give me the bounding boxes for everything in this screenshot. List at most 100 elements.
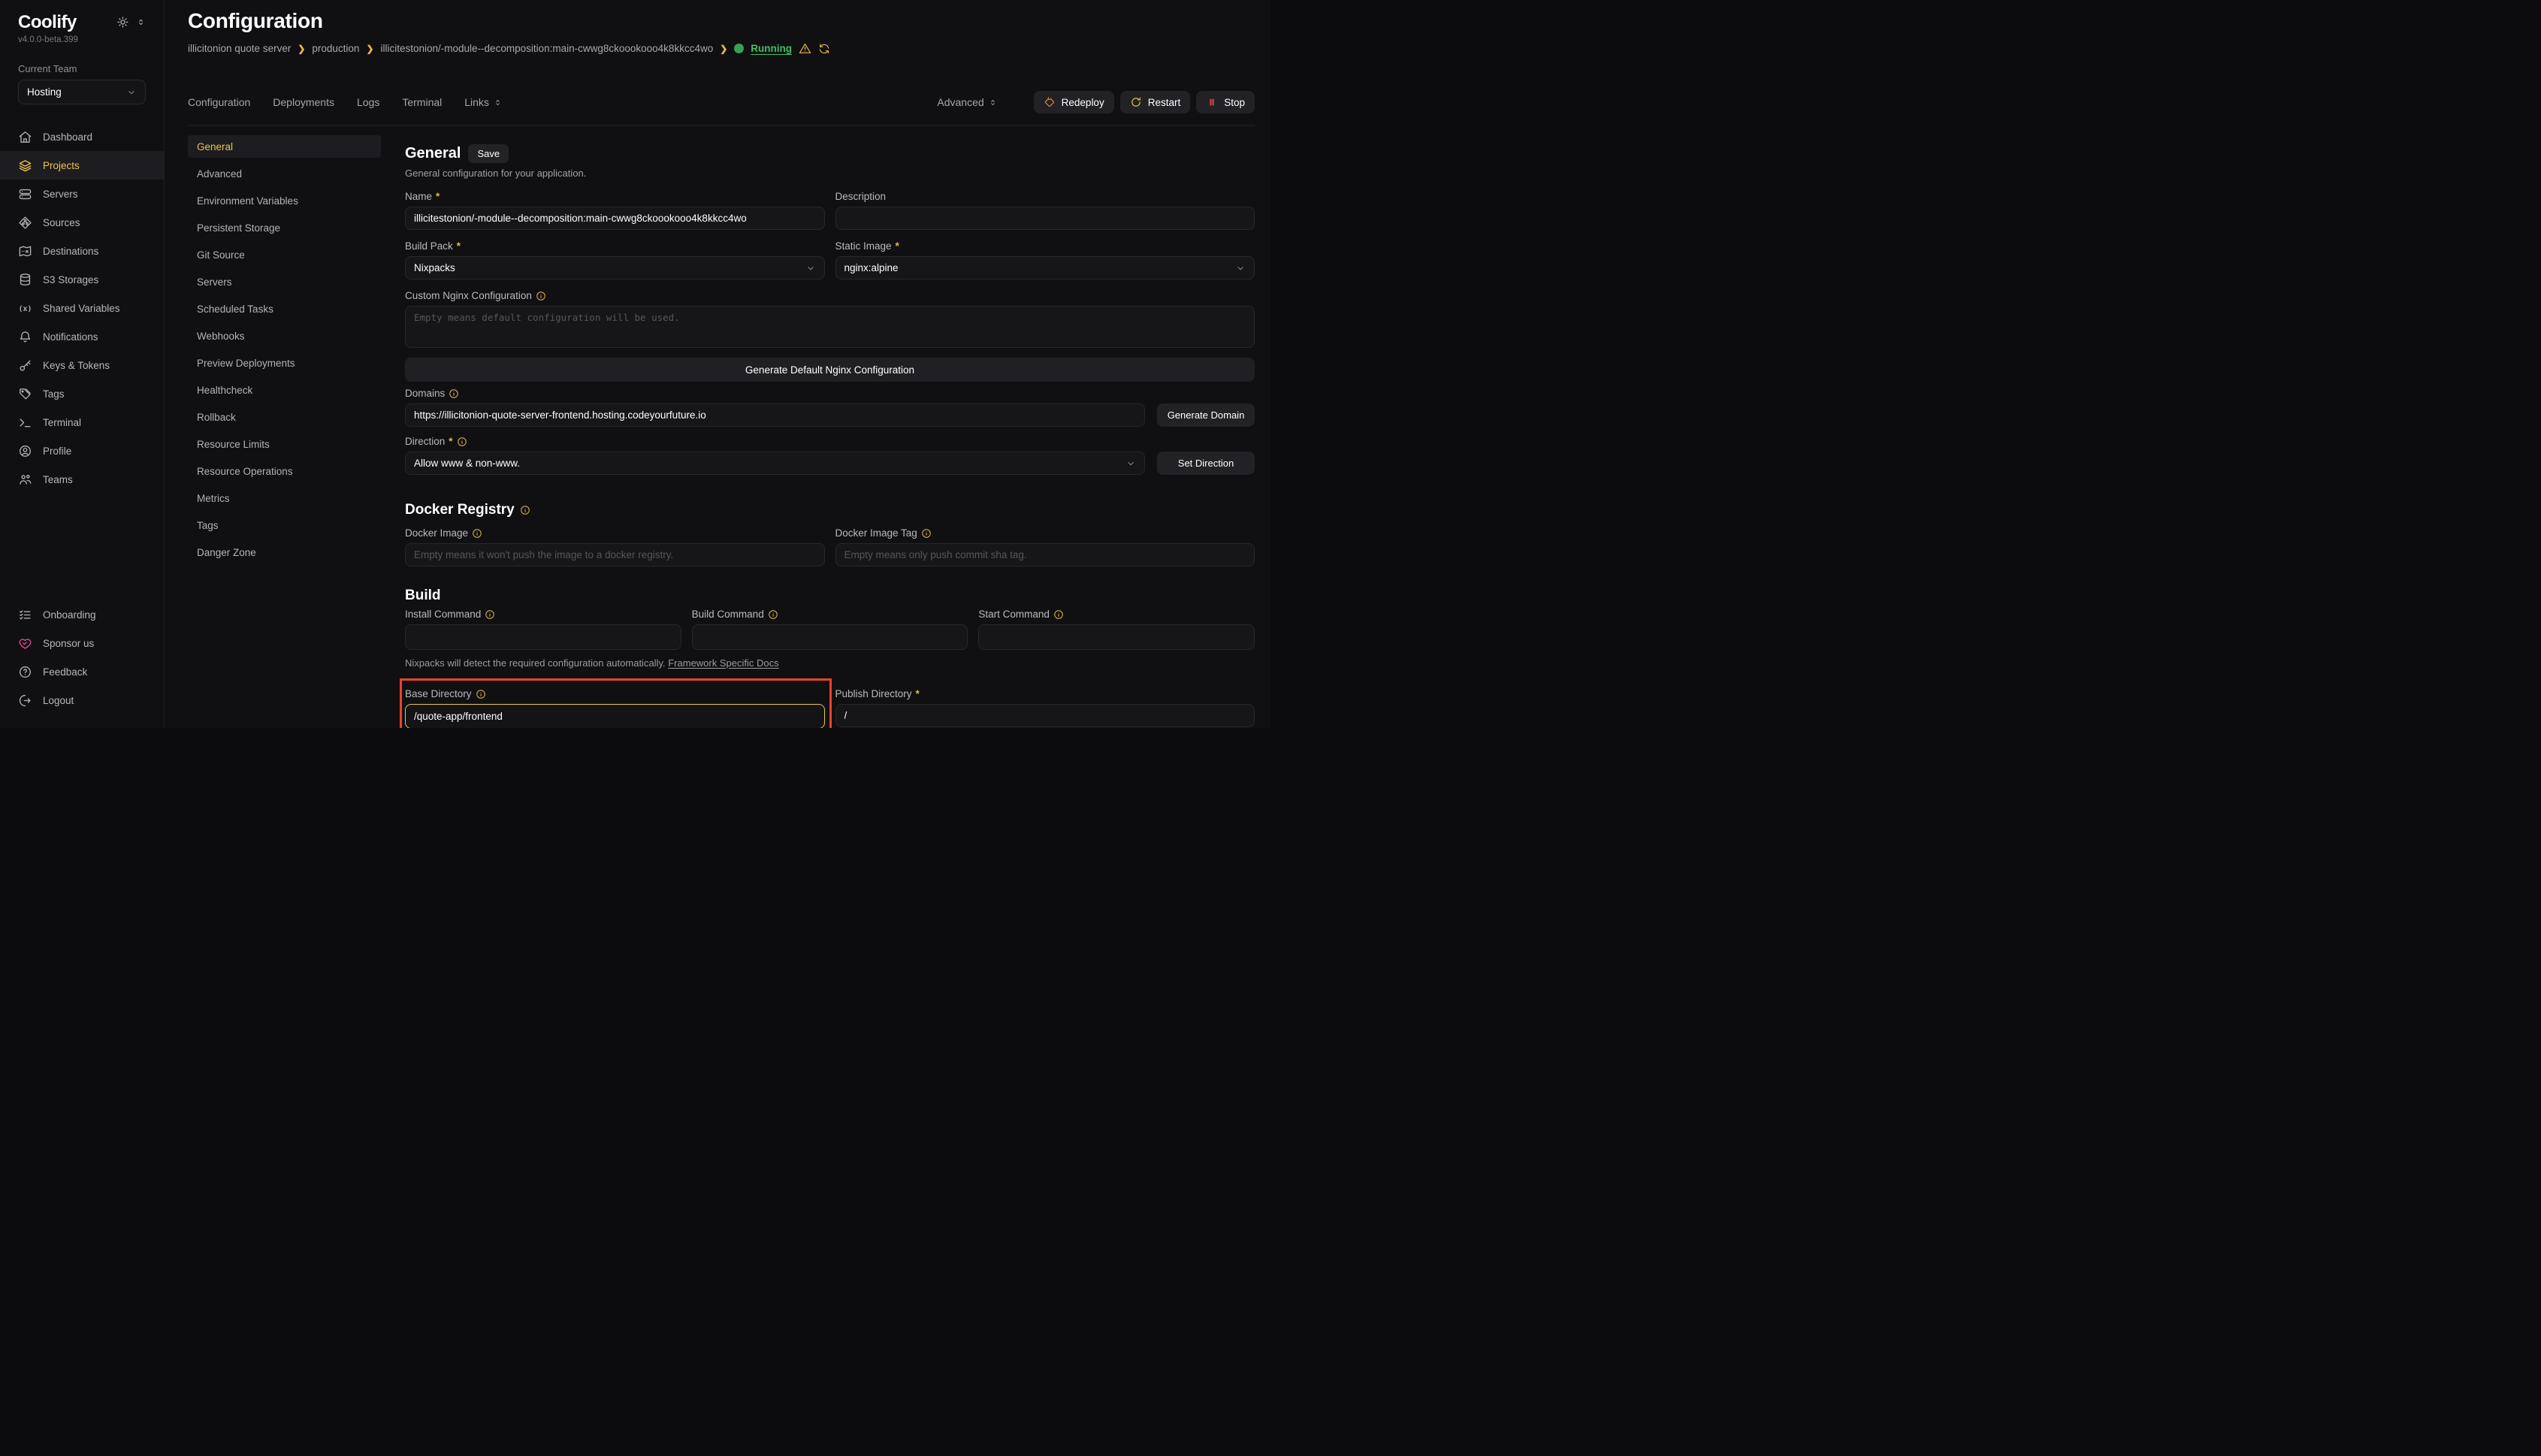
team-select-value: Hosting bbox=[27, 86, 62, 98]
breadcrumb-application[interactable]: illicitestonion/-module--decomposition:m… bbox=[381, 43, 714, 54]
docker-image-tag-label: Docker Image Tag bbox=[835, 527, 917, 539]
refresh-status-icon[interactable] bbox=[818, 43, 830, 55]
general-heading: General bbox=[405, 145, 461, 162]
info-icon[interactable] bbox=[768, 609, 778, 620]
sidebar: Coolify v4.0.0-beta.399 Current Team Hos… bbox=[0, 0, 165, 728]
nginx-config-textarea[interactable] bbox=[405, 306, 1255, 348]
nginx-config-label: Custom Nginx Configuration bbox=[405, 290, 532, 301]
build-pack-select[interactable]: Nixpacks bbox=[405, 256, 825, 279]
sidebar-item-onboarding[interactable]: Onboarding bbox=[0, 600, 164, 629]
docker-image-input[interactable] bbox=[405, 543, 825, 566]
sidebar-item-terminal[interactable]: Terminal bbox=[0, 408, 164, 436]
install-command-input[interactable] bbox=[405, 624, 681, 650]
subnav-resource-operations[interactable]: Resource Operations bbox=[188, 460, 381, 482]
sidebar-item-servers[interactable]: Servers bbox=[0, 180, 164, 208]
save-button[interactable]: Save bbox=[468, 144, 509, 163]
sidebar-item-sources[interactable]: Sources bbox=[0, 208, 164, 237]
direction-select[interactable]: Allow www & non-www. bbox=[405, 452, 1145, 475]
subnav-healthcheck[interactable]: Healthcheck bbox=[188, 379, 381, 401]
sidebar-item-notifications[interactable]: Notifications bbox=[0, 322, 164, 351]
start-command-label: Start Command bbox=[978, 609, 1050, 620]
subnav-general[interactable]: General bbox=[188, 135, 381, 158]
sidebar-footer-nav: Onboarding Sponsor us Feedback Logout bbox=[0, 600, 164, 714]
breadcrumb-environment[interactable]: production bbox=[312, 43, 359, 54]
subnav-webhooks[interactable]: Webhooks bbox=[188, 325, 381, 347]
tab-terminal[interactable]: Terminal bbox=[402, 96, 442, 108]
info-icon[interactable] bbox=[536, 291, 546, 301]
subnav-persistent-storage[interactable]: Persistent Storage bbox=[188, 216, 381, 239]
status-badge[interactable]: Running bbox=[751, 43, 792, 54]
breadcrumb-project[interactable]: illicitonion quote server bbox=[188, 43, 291, 54]
name-label: Name bbox=[405, 191, 432, 202]
server-icon bbox=[18, 187, 32, 201]
base-directory-label: Base Directory bbox=[405, 688, 472, 699]
chevrons-updown-icon bbox=[493, 98, 503, 107]
subnav-git-source[interactable]: Git Source bbox=[188, 243, 381, 266]
sidebar-item-profile[interactable]: Profile bbox=[0, 436, 164, 465]
description-input[interactable] bbox=[835, 207, 1255, 230]
tab-configuration[interactable]: Configuration bbox=[188, 96, 250, 108]
app-version: v4.0.0-beta.399 bbox=[0, 35, 164, 44]
teams-icon bbox=[18, 473, 32, 487]
tab-links[interactable]: Links bbox=[464, 96, 503, 108]
subnav-scheduled-tasks[interactable]: Scheduled Tasks bbox=[188, 298, 381, 320]
subnav-danger-zone[interactable]: Danger Zone bbox=[188, 541, 381, 563]
subnav-rollback[interactable]: Rollback bbox=[188, 406, 381, 428]
info-icon[interactable] bbox=[921, 528, 932, 539]
sidebar-item-teams[interactable]: Teams bbox=[0, 465, 164, 494]
subnav-tags[interactable]: Tags bbox=[188, 514, 381, 536]
info-icon[interactable] bbox=[457, 436, 467, 447]
sidebar-item-logout[interactable]: Logout bbox=[0, 686, 164, 714]
subnav-preview-deployments[interactable]: Preview Deployments bbox=[188, 352, 381, 374]
restart-button[interactable]: Restart bbox=[1120, 91, 1191, 113]
set-direction-button[interactable]: Set Direction bbox=[1157, 452, 1255, 475]
docker-image-tag-input[interactable] bbox=[835, 543, 1255, 566]
warning-icon[interactable] bbox=[799, 42, 811, 55]
publish-directory-label: Publish Directory bbox=[835, 688, 912, 699]
info-icon[interactable] bbox=[449, 388, 459, 399]
advanced-dropdown[interactable]: Advanced bbox=[937, 96, 997, 108]
stop-button[interactable]: Stop bbox=[1196, 91, 1255, 113]
team-select[interactable]: Hosting bbox=[18, 80, 146, 104]
sidebar-item-feedback[interactable]: Feedback bbox=[0, 657, 164, 686]
start-command-input[interactable] bbox=[978, 624, 1255, 650]
sidebar-item-sponsor-us[interactable]: Sponsor us bbox=[0, 629, 164, 657]
build-command-input[interactable] bbox=[692, 624, 968, 650]
subnav-advanced[interactable]: Advanced bbox=[188, 162, 381, 185]
sidebar-item-shared-variables[interactable]: Shared Variables bbox=[0, 294, 164, 322]
info-icon[interactable] bbox=[472, 528, 482, 539]
key-icon bbox=[18, 358, 32, 373]
sidebar-item-destinations[interactable]: Destinations bbox=[0, 237, 164, 265]
info-icon[interactable] bbox=[476, 689, 486, 699]
info-icon[interactable] bbox=[1053, 609, 1064, 620]
info-icon[interactable] bbox=[520, 505, 530, 515]
tab-logs[interactable]: Logs bbox=[357, 96, 379, 108]
generate-nginx-button[interactable]: Generate Default Nginx Configuration bbox=[405, 358, 1255, 382]
subnav-servers[interactable]: Servers bbox=[188, 270, 381, 293]
subnav-environment-variables[interactable]: Environment Variables bbox=[188, 189, 381, 212]
build-pack-label: Build Pack bbox=[405, 240, 453, 252]
chevron-down-icon bbox=[1235, 263, 1246, 273]
logout-icon bbox=[18, 693, 32, 708]
base-directory-input[interactable] bbox=[405, 704, 825, 728]
theme-sun-icon[interactable] bbox=[116, 16, 129, 29]
subnav-metrics[interactable]: Metrics bbox=[188, 487, 381, 509]
framework-docs-link[interactable]: Framework Specific Docs bbox=[668, 657, 778, 669]
tab-deployments[interactable]: Deployments bbox=[273, 96, 334, 108]
sidebar-item-dashboard[interactable]: Dashboard bbox=[0, 122, 164, 151]
sidebar-item-projects[interactable]: Projects bbox=[0, 151, 164, 180]
info-icon[interactable] bbox=[485, 609, 495, 620]
name-input[interactable] bbox=[405, 207, 825, 230]
sidebar-item-keys-tokens[interactable]: Keys & Tokens bbox=[0, 351, 164, 379]
required-asterisk: * bbox=[916, 688, 920, 699]
generate-domain-button[interactable]: Generate Domain bbox=[1157, 403, 1255, 427]
domains-input[interactable] bbox=[405, 403, 1145, 427]
theme-chevrons-icon[interactable] bbox=[136, 17, 146, 27]
sidebar-item-tags[interactable]: Tags bbox=[0, 379, 164, 408]
subnav-resource-limits[interactable]: Resource Limits bbox=[188, 433, 381, 455]
publish-directory-input[interactable] bbox=[835, 704, 1255, 727]
redeploy-button[interactable]: Redeploy bbox=[1034, 91, 1114, 113]
chevron-right-icon: ❯ bbox=[298, 44, 305, 54]
static-image-select[interactable]: nginx:alpine bbox=[835, 256, 1255, 279]
sidebar-item-s3-storages[interactable]: S3 Storages bbox=[0, 265, 164, 294]
